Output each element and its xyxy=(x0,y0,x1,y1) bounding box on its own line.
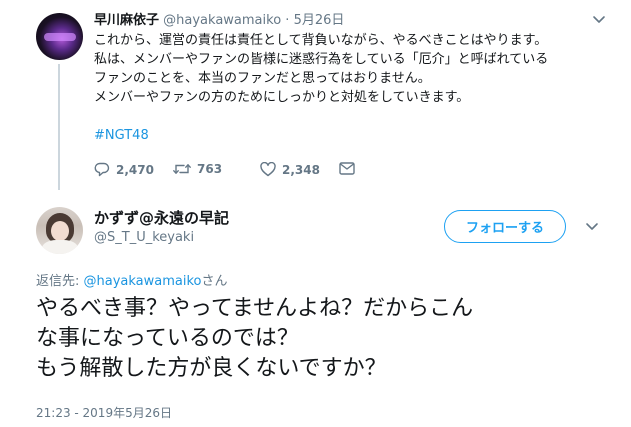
reply-button[interactable]: 2,470 xyxy=(94,162,154,177)
like-count: 2,348 xyxy=(282,162,320,177)
envelope-icon xyxy=(339,162,355,175)
reply-icon xyxy=(94,162,110,177)
parent-handle[interactable]: @hayakawamaiko xyxy=(163,13,281,28)
parent-display-name[interactable]: 早川麻依子 xyxy=(94,13,159,28)
replying-mention[interactable]: @hayakawamaiko xyxy=(84,274,202,289)
header-separator: · xyxy=(285,13,290,28)
reply-display-name[interactable]: かずず@永遠の早記 xyxy=(94,207,229,228)
parent-body-line: ファンのことを、本当のファンだと思ってはおりません。 xyxy=(94,71,431,86)
reply-body-line: な事になっているのでは？ xyxy=(36,326,299,351)
parent-body: これから、運営の責任は責任として背負いながら、やるべきことはやります。 私は、メ… xyxy=(94,31,548,107)
parent-date[interactable]: 5月26日 xyxy=(294,13,345,28)
parent-actions: 2,470 763 2,348 xyxy=(94,162,394,180)
avatar-face xyxy=(51,221,69,241)
replying-to: 返信先: @hayakawamaikoさん xyxy=(36,270,228,289)
follow-button[interactable]: フォローする xyxy=(444,210,566,243)
chevron-down-icon[interactable] xyxy=(585,222,599,232)
reply-body: やるべき事？やってませんよね？だからこん な事になっているのでは？ もう解散した… xyxy=(36,294,473,384)
like-button[interactable]: 2,348 xyxy=(260,162,320,177)
avatar-glow xyxy=(44,33,76,41)
reply-body-line: やるべき事？やってませんよね？だからこん xyxy=(36,296,474,321)
replying-prefix: 返信先: xyxy=(36,274,84,289)
dm-button[interactable] xyxy=(339,162,361,175)
replying-suffix: さん xyxy=(201,274,228,289)
thread-connector-line xyxy=(58,64,60,190)
parent-avatar[interactable] xyxy=(36,13,83,60)
reply-body-line: もう解散した方が良くないですか？ xyxy=(36,356,387,381)
reply-count: 2,470 xyxy=(116,162,154,177)
parent-body-line: これから、運営の責任は責任として背負いながら、やるべきことはやります。 xyxy=(94,33,548,48)
parent-body-line: 私は、メンバーやファンの皆様に迷惑行為をしている「厄介」と呼ばれている xyxy=(94,52,549,67)
retweet-icon xyxy=(173,164,191,174)
tweet-timestamp[interactable]: 21:23 - 2019年5月26日 xyxy=(36,404,172,421)
heart-icon xyxy=(260,162,276,177)
parent-body-line: メンバーやファンの方のためにしっかりと対処をしていきます。 xyxy=(94,90,470,105)
avatar-body xyxy=(42,240,78,254)
hashtag-link[interactable]: #NGT48 xyxy=(94,128,149,143)
parent-tweet[interactable]: 早川麻依子 @hayakawamaiko · 5月26日 これから、運営の責任は… xyxy=(0,0,631,196)
parent-header: 早川麻依子 @hayakawamaiko · 5月26日 xyxy=(94,13,344,29)
reply-handle[interactable]: @S_T_U_keyaki xyxy=(94,230,194,245)
retweet-button[interactable]: 763 xyxy=(173,162,222,176)
reply-avatar[interactable] xyxy=(36,207,83,254)
retweet-count: 763 xyxy=(197,162,223,176)
chevron-down-icon[interactable] xyxy=(592,15,606,25)
